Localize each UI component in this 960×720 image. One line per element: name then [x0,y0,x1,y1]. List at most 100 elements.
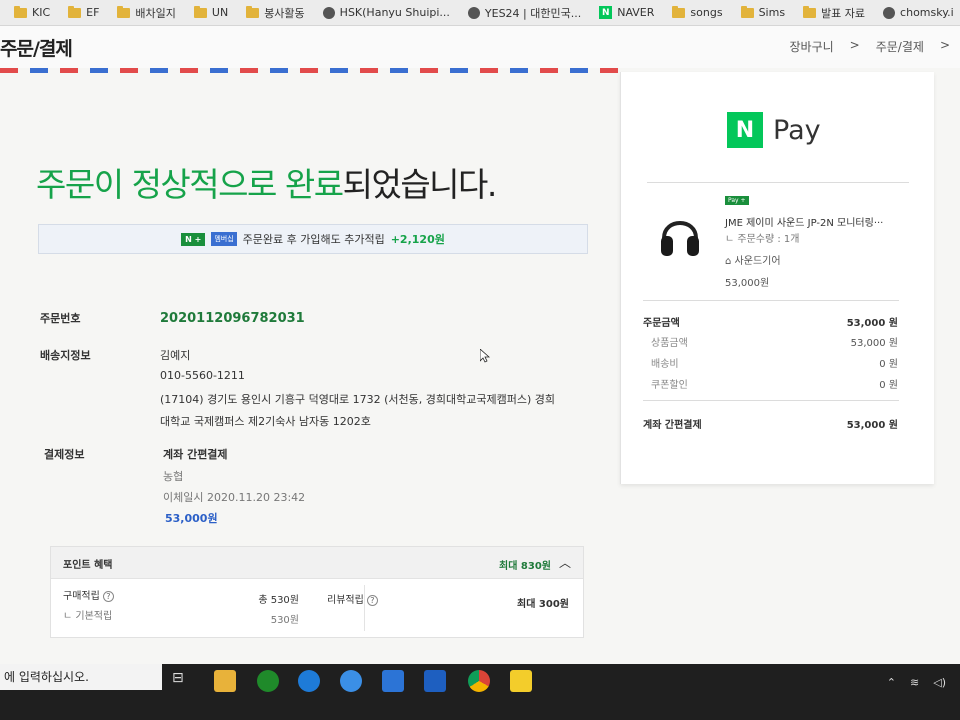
bookmarks-bar: KIC EF 배차일지 UN 봉사활동 HSK(Hanyu Shuipi... YES24 … [0,0,960,26]
chrome-icon[interactable] [468,670,490,692]
bookmark-label: 봉사활동 [264,6,305,20]
bookmark-item[interactable]: EF [68,5,100,19]
folder-icon [740,5,754,18]
final-payment-amount: 53,000 원 [846,420,898,431]
globe-icon [322,6,335,19]
breadcrumb: 장바구니 > 주문/결제 > [789,38,950,55]
folder-icon [14,5,27,18]
store-name[interactable]: ⌂ 사운드기어 [725,252,781,267]
bookmark-item[interactable]: Sims [740,5,786,19]
bookmark-item[interactable]: 배차일지 [117,5,176,21]
app-blue-icon[interactable] [382,670,404,692]
review-points-label: 리뷰적립? [327,591,378,606]
breadcrumb-separator: > [849,38,860,52]
folder-icon [68,5,82,18]
heading-green-text: 주문이 정상적으로 완료 [36,165,344,204]
chevron-up-icon[interactable]: ⌃ [887,676,896,689]
basic-points-value: 530원 [270,615,299,626]
wifi-icon[interactable]: ≋ [910,676,919,689]
edge-icon[interactable] [298,670,320,692]
membership-badge: 멤버십 [211,232,237,246]
product-price: 53,000원 [725,278,770,289]
npay-plus-badge: Pay + [725,196,749,205]
promo-amount: +2,120원 [390,233,445,246]
bookmark-label: NAVER [617,6,655,19]
internet-explorer-icon[interactable] [340,670,362,692]
review-points-value: 최대 300원 [517,599,569,610]
promo-text: 주문완료 후 가입해도 추가적립 [242,233,385,246]
bookmark-label: chomsky.i [900,6,954,19]
goods-amount-label: 상품금액 [651,338,688,349]
points-title: 포인트 혜택 [63,560,113,571]
bookmark-item[interactable]: YES24 | 대한민국... [467,5,582,21]
payment-datetime: 이체일시 2020.11.20 23:42 [163,491,306,504]
npay-summary-panel: N Pay Pay + JME 제이미 사운드 JP-2N 모니터링··· ㄴ … [620,72,934,484]
bookmark-item[interactable]: HSK(Hanyu Shuipi... [322,6,450,19]
page-title: 주문/결제 [0,37,73,60]
shipping-info-label: 배송지정보 [40,349,91,362]
airmail-stripe [0,68,620,73]
breadcrumb-checkout[interactable]: 주문/결제 [876,38,924,55]
bookmark-label: Sims [758,6,786,19]
volume-icon[interactable]: ◁) [933,676,946,689]
order-number: 2020112096782031 [160,311,305,326]
folder-icon [672,5,686,18]
address-line-2: 대학교 국제캠퍼스 제2기숙사 남자동 1202호 [160,415,371,428]
page-header: 주문/결제 장바구니 > 주문/결제 > [0,26,960,68]
bookmark-label: 발표 자료 [821,6,866,20]
folder-icon [803,5,817,18]
order-amount-label: 주문금액 [643,318,680,329]
divider [647,182,909,183]
sticky-notes-icon[interactable] [510,670,532,692]
app-green-icon[interactable] [257,670,279,692]
breadcrumb-cart[interactable]: 장바구니 [789,38,833,55]
file-explorer-icon[interactable] [214,670,236,692]
folder-icon [117,5,131,18]
bookmark-item[interactable]: KIC [14,5,51,19]
order-amount: 53,000 원 [846,318,898,329]
shipping-fee: 0 원 [879,359,898,370]
naver-plus-badge: N + [181,232,206,246]
task-view-icon[interactable]: ⊟ [172,670,194,692]
chevron-up-icon[interactable]: ︿ [559,554,571,571]
bookmark-label: songs [690,6,723,19]
address-line-1: (17104) 경기도 용인시 기흥구 덕영대로 1732 (서천동, 경희대학… [160,393,555,406]
help-icon[interactable]: ? [366,595,378,606]
points-max: 최대 830원 [499,561,551,572]
bookmark-item[interactable]: UN [193,5,228,19]
headphones-product-image[interactable] [659,208,701,260]
recipient-phone: 010-5560-1211 [160,369,245,382]
help-icon[interactable]: ? [102,591,114,602]
payment-amount: 53,000원 [165,512,218,525]
folder-icon [246,5,260,18]
basic-points-label: ㄴ 기본적립 [63,611,113,622]
bookmark-item[interactable]: songs [672,5,723,19]
bookmark-label: EF [86,6,100,19]
folder-icon [193,5,207,18]
npay-logo: N Pay [727,112,821,148]
bookmark-item[interactable]: N NAVER [599,6,654,19]
points-header[interactable]: 포인트 혜택 최대 830원 ︿ [51,547,583,579]
bookmark-item[interactable]: chomsky.i [883,6,954,19]
product-quantity: ㄴ 주문수량 : 1개 [725,234,800,245]
bookmark-label: YES24 | 대한민국... [484,6,582,20]
order-number-label: 주문번호 [40,312,81,325]
final-payment-label: 계좌 간편결제 [643,420,702,431]
bookmark-item[interactable]: 봉사활동 [246,5,305,21]
payment-info-label: 결제정보 [44,448,85,461]
system-tray: ⌃ ≋ ◁) [887,676,946,689]
store-name-text: 사운드기어 [734,256,781,267]
membership-promo-banner[interactable]: N + 멤버십 주문완료 후 가입해도 추가적립 +2,120원 [38,224,588,254]
review-points-text: 리뷰적립 [327,595,364,606]
breadcrumb-separator: > [939,38,950,52]
coupon-discount-label: 쿠폰할인 [651,380,688,391]
taskbar-search-input[interactable]: 에 입력하십시오. [0,664,162,690]
pen-app-icon[interactable] [424,670,446,692]
mouse-cursor-icon [480,349,490,363]
bookmark-item[interactable]: 발표 자료 [803,5,865,21]
naver-icon: N [599,6,613,19]
product-name[interactable]: JME 제이미 사운드 JP-2N 모니터링··· [725,214,883,229]
bookmark-label: KIC [32,6,51,19]
order-complete-heading: 주문이 정상적으로 완료되었습니다. [36,158,497,206]
purchase-points-label: 구매적립? [63,587,114,602]
